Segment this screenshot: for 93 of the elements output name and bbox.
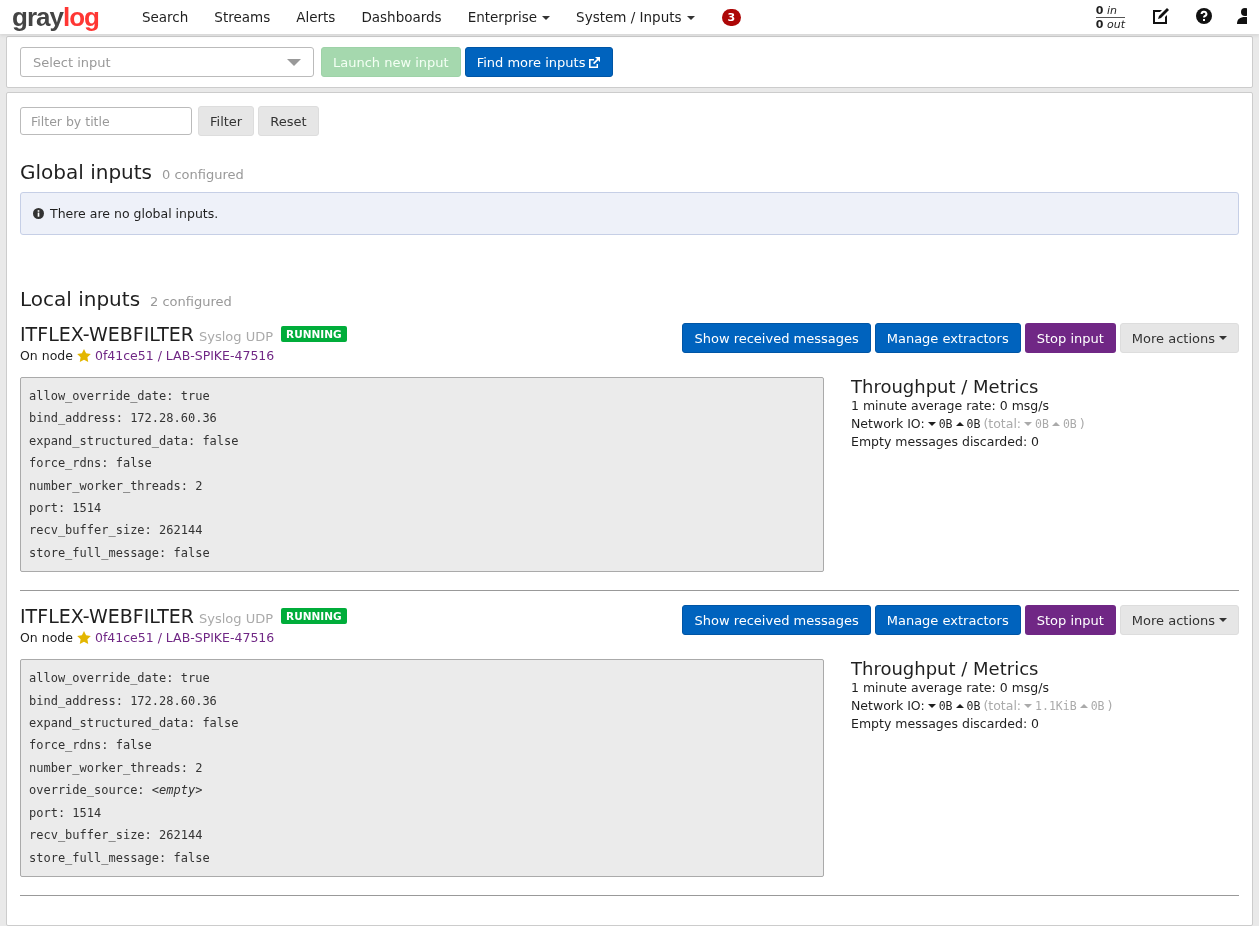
nav-link[interactable]: Search	[128, 9, 202, 25]
total-label: (total:	[983, 415, 1022, 433]
down-arrow-icon	[927, 422, 936, 426]
traffic-value: 0B	[966, 416, 981, 433]
filter-button[interactable]: Filter	[198, 106, 255, 136]
input-name: ITFLEX-WEBFILTER	[20, 605, 195, 628]
configured-count: 2 configured	[150, 294, 232, 309]
config-line: recv_buffer_size: 262144	[29, 522, 204, 540]
total-label: (total:	[983, 697, 1022, 716]
nav-link[interactable]: Streams	[201, 9, 284, 25]
up-arrow-icon	[1079, 704, 1088, 709]
external-link-icon	[588, 55, 602, 69]
node-link[interactable]: 0f41ce51 / LAB-SPIKE-47516	[94, 348, 275, 363]
section-title: Global inputs	[20, 160, 153, 184]
config-line: store_full_message: false	[29, 544, 211, 562]
find-inputs-button[interactable]: Find more inputs	[464, 47, 614, 77]
discarded-count: Empty messages discarded: 0	[851, 715, 1040, 734]
network-label: Network IO:	[851, 415, 925, 433]
star-icon	[76, 631, 91, 645]
show-messages-button[interactable]: Show received messages	[682, 605, 871, 636]
input-type: Syslog UDP	[199, 611, 274, 627]
config-line: allow_override_date: true	[29, 388, 211, 405]
down-arrow-icon	[1024, 704, 1033, 709]
metrics-title: Throughput / Metrics	[851, 659, 1040, 680]
config-line: bind_address: 172.28.60.36	[29, 692, 218, 710]
discarded-count: Empty messages discarded: 0	[851, 433, 1040, 451]
configured-count: 0 configured	[162, 167, 244, 182]
traffic-value: 1.1KiB	[1035, 698, 1077, 716]
config-line: allow_override_date: true	[29, 670, 211, 688]
status-label: RUNNING	[281, 326, 347, 342]
closing-paren: )	[1079, 415, 1085, 433]
closing-paren: )	[1107, 697, 1113, 716]
throughput-in: 0 in	[1095, 3, 1125, 18]
notification-count[interactable]: 3	[721, 8, 742, 26]
config-line: recv_buffer_size: 262144	[29, 827, 204, 845]
filter-field[interactable]: Filter by title	[20, 107, 192, 135]
caret-icon	[686, 16, 695, 20]
input-name: ITFLEX-WEBFILTER	[20, 323, 195, 345]
config-line: store_full_message: false	[29, 849, 211, 867]
throughput-out: 0 out	[1095, 17, 1125, 31]
traffic-value: 0B	[1090, 698, 1105, 716]
config-line: number_worker_threads: 2	[29, 477, 204, 495]
up-arrow-icon	[1051, 422, 1060, 426]
user-icon[interactable]	[1237, 6, 1247, 25]
edit-icon[interactable]	[1151, 6, 1171, 25]
down-arrow-icon	[1024, 422, 1033, 426]
config-line: override_source: <empty>	[29, 782, 204, 800]
traffic-value: 0B	[966, 698, 981, 716]
traffic-value: 0B	[938, 698, 953, 716]
status-label: RUNNING	[281, 608, 347, 625]
notice-text: There are no global inputs.	[50, 206, 219, 221]
more-actions-button[interactable]: More actions	[1119, 323, 1239, 353]
nav-link[interactable]: Alerts	[283, 9, 349, 25]
average-rate: 1 minute average rate: 0 msg/s	[851, 679, 1050, 698]
caret-icon	[542, 16, 551, 20]
config-line: expand_structured_data: false	[29, 715, 240, 733]
nav-link[interactable]: System / Inputs	[563, 9, 708, 25]
config-line: force_rdns: false	[29, 737, 153, 755]
config-line: port: 1514	[29, 500, 103, 518]
config-line: force_rdns: false	[29, 455, 153, 473]
up-arrow-icon	[955, 422, 964, 426]
down-arrow-icon	[927, 704, 936, 709]
nav-link[interactable]: Enterprise	[454, 9, 564, 25]
info-icon	[33, 208, 44, 219]
star-icon	[76, 349, 91, 362]
logo[interactable]: graylog	[12, 4, 99, 30]
traffic-value: 0B	[938, 416, 953, 433]
config-line: bind_address: 172.28.60.36	[29, 410, 218, 428]
help-icon[interactable]	[1195, 6, 1213, 25]
network-label: Network IO:	[851, 697, 925, 716]
up-arrow-icon	[955, 704, 964, 709]
config-line: port: 1514	[29, 804, 103, 822]
nav-link[interactable]: Dashboards	[348, 9, 455, 25]
node-link[interactable]: 0f41ce51 / LAB-SPIKE-47516	[94, 630, 275, 646]
manage-extractors-button[interactable]: Manage extractors	[874, 323, 1021, 353]
caret-icon	[1219, 618, 1227, 623]
config-line: number_worker_threads: 2	[29, 759, 204, 777]
reset-button[interactable]: Reset	[258, 106, 319, 136]
node-label: On node	[20, 348, 73, 363]
node-label: On node	[20, 630, 73, 646]
caret-icon	[1219, 336, 1227, 340]
show-messages-button[interactable]: Show received messages	[682, 323, 871, 353]
section-title: Local inputs	[20, 287, 141, 311]
config-line: expand_structured_data: false	[29, 432, 240, 450]
input-type: Syslog UDP	[199, 329, 274, 344]
stop-input-button[interactable]: Stop input	[1024, 605, 1116, 636]
metrics-title: Throughput / Metrics	[851, 377, 1040, 397]
more-actions-button[interactable]: More actions	[1119, 605, 1239, 636]
manage-extractors-button[interactable]: Manage extractors	[874, 605, 1021, 636]
traffic-value: 0B	[1062, 416, 1077, 433]
average-rate: 1 minute average rate: 0 msg/s	[851, 397, 1050, 415]
traffic-value: 0B	[1035, 416, 1049, 433]
stop-input-button[interactable]: Stop input	[1024, 323, 1116, 353]
